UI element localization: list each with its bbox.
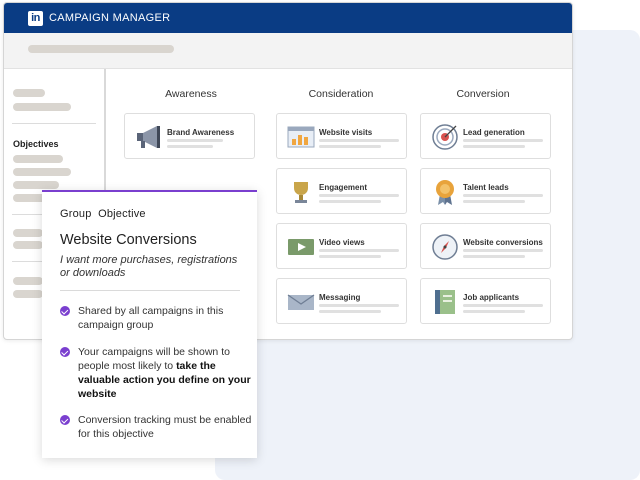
text-placeholder bbox=[319, 304, 399, 307]
objective-card-talent-leads[interactable]: Talent leads bbox=[420, 168, 551, 214]
sidebar-item-placeholder[interactable] bbox=[13, 241, 43, 249]
bullet-text: Shared by all campaigns in this campaign… bbox=[78, 305, 224, 331]
text-placeholder bbox=[167, 145, 213, 148]
award-badge-icon bbox=[436, 180, 454, 205]
card-label: Brand Awareness bbox=[167, 128, 235, 137]
text-placeholder bbox=[463, 139, 543, 142]
text-placeholder bbox=[319, 139, 399, 142]
text-placeholder bbox=[463, 249, 543, 252]
column-header-conversion: Conversion bbox=[456, 88, 510, 100]
sidebar-placeholder bbox=[13, 89, 45, 97]
card-label: Job applicants bbox=[463, 293, 520, 302]
trophy-icon bbox=[294, 182, 308, 203]
group-objective-popup: Group Objective Website Conversions I wa… bbox=[42, 190, 257, 458]
bullet-text: Your campaigns will be shown to people m… bbox=[78, 345, 253, 401]
text-placeholder bbox=[319, 249, 399, 252]
title-bar: in CAMPAIGN MANAGER bbox=[4, 3, 572, 33]
video-play-icon bbox=[288, 239, 314, 255]
popup-divider bbox=[60, 290, 240, 291]
text-placeholder bbox=[319, 255, 381, 258]
column-header-consideration: Consideration bbox=[308, 88, 374, 100]
card-label: Engagement bbox=[319, 183, 368, 192]
check-circle-icon bbox=[60, 306, 70, 316]
bullet-text: Conversion tracking must be enabled for … bbox=[78, 414, 252, 440]
sidebar-item-placeholder[interactable] bbox=[13, 168, 71, 176]
notebook-icon bbox=[435, 290, 455, 314]
column-header-awareness: Awareness bbox=[165, 88, 217, 100]
text-placeholder bbox=[319, 200, 381, 203]
card-label: Talent leads bbox=[463, 183, 509, 192]
card-label: Website conversions bbox=[463, 238, 543, 247]
card-label: Messaging bbox=[319, 293, 361, 302]
sidebar-divider bbox=[12, 123, 96, 124]
sidebar-item-placeholder[interactable] bbox=[13, 155, 63, 163]
linkedin-logo: in bbox=[28, 10, 43, 26]
text-placeholder bbox=[463, 255, 525, 258]
sidebar-item-placeholder[interactable] bbox=[13, 290, 43, 298]
text-placeholder bbox=[319, 194, 399, 197]
text-placeholder bbox=[463, 194, 543, 197]
sidebar-item-placeholder[interactable] bbox=[13, 229, 43, 237]
sidebar-placeholder bbox=[13, 103, 71, 111]
objective-card-lead-generation[interactable]: Lead generation bbox=[420, 113, 551, 159]
card-label: Website visits bbox=[319, 128, 373, 137]
text-placeholder bbox=[319, 310, 381, 313]
popup-heading: Group Objective bbox=[60, 208, 146, 220]
webpage-chart-icon bbox=[287, 126, 315, 148]
app-title: CAMPAIGN MANAGER bbox=[49, 12, 171, 24]
target-icon bbox=[432, 124, 458, 150]
popup-subtitle: I want more purchases, registrations or … bbox=[60, 254, 238, 279]
card-label: Video views bbox=[319, 238, 365, 247]
megaphone-icon bbox=[137, 126, 160, 148]
objective-card-brand-awareness[interactable]: Brand Awareness bbox=[124, 113, 255, 159]
sub-header-bar bbox=[4, 33, 572, 69]
text-placeholder bbox=[319, 145, 381, 148]
popup-title: Website Conversions bbox=[60, 232, 197, 248]
compass-icon bbox=[432, 234, 458, 260]
card-label: Lead generation bbox=[463, 128, 525, 137]
objective-card-engagement[interactable]: Engagement bbox=[276, 168, 407, 214]
check-circle-icon bbox=[60, 415, 70, 425]
sidebar-item-placeholder[interactable] bbox=[13, 277, 43, 285]
text-placeholder bbox=[463, 310, 525, 313]
objective-card-video-views[interactable]: Video views bbox=[276, 223, 407, 269]
text-placeholder bbox=[463, 200, 525, 203]
sidebar-heading-objectives: Objectives bbox=[13, 139, 59, 149]
objective-card-website-visits[interactable]: Website visits bbox=[276, 113, 407, 159]
sidebar-item-placeholder[interactable] bbox=[13, 181, 59, 189]
envelope-icon bbox=[287, 294, 315, 310]
check-circle-icon bbox=[60, 347, 70, 357]
search-placeholder-bar bbox=[28, 45, 174, 53]
text-placeholder bbox=[463, 304, 543, 307]
text-placeholder bbox=[463, 145, 525, 148]
text-placeholder bbox=[167, 139, 223, 142]
objective-card-website-conversions[interactable]: Website conversions bbox=[420, 223, 551, 269]
objective-card-messaging[interactable]: Messaging bbox=[276, 278, 407, 324]
objective-card-job-applicants[interactable]: Job applicants bbox=[420, 278, 551, 324]
